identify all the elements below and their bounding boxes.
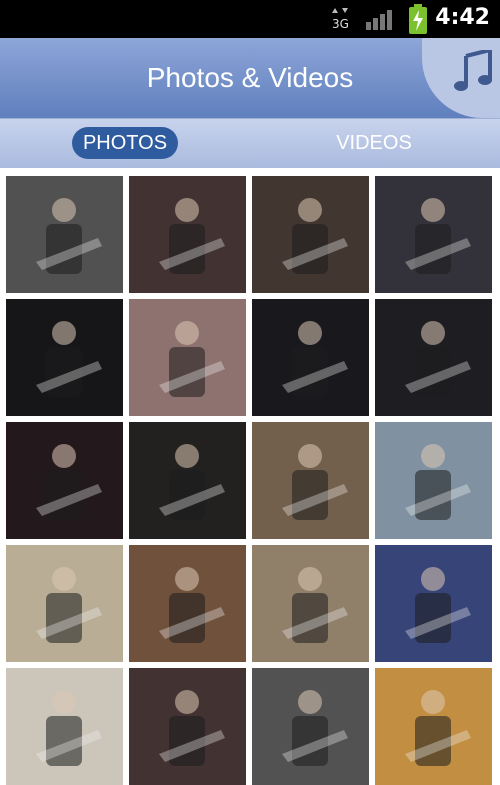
photo-image bbox=[129, 668, 246, 785]
photo-thumbnail[interactable] bbox=[375, 176, 492, 293]
photo-thumbnail[interactable] bbox=[375, 668, 492, 785]
photo-image bbox=[129, 299, 246, 416]
photo-image bbox=[252, 668, 369, 785]
photo-image bbox=[252, 545, 369, 662]
photo-thumbnail[interactable] bbox=[252, 668, 369, 785]
photo-image bbox=[129, 176, 246, 293]
photo-thumbnail[interactable] bbox=[129, 668, 246, 785]
photo-image bbox=[6, 668, 123, 785]
photo-thumbnail[interactable] bbox=[252, 422, 369, 539]
photo-thumbnail[interactable] bbox=[252, 299, 369, 416]
app-header: Photos & Videos bbox=[0, 38, 500, 118]
data-network-icon: 3G bbox=[332, 8, 348, 30]
photo-image bbox=[375, 668, 492, 785]
photo-thumbnail[interactable] bbox=[129, 545, 246, 662]
photo-image bbox=[375, 545, 492, 662]
tab-videos[interactable]: VIDEOS bbox=[328, 127, 420, 159]
photo-thumbnail[interactable] bbox=[6, 422, 123, 539]
photo-image bbox=[6, 422, 123, 539]
svg-text:3G: 3G bbox=[332, 17, 348, 30]
signal-icon bbox=[366, 10, 392, 30]
photo-thumbnail[interactable] bbox=[129, 422, 246, 539]
photo-image bbox=[375, 176, 492, 293]
photo-image bbox=[252, 176, 369, 293]
photo-thumbnail[interactable] bbox=[252, 176, 369, 293]
photo-thumbnail[interactable] bbox=[129, 299, 246, 416]
photo-image bbox=[129, 422, 246, 539]
status-time: 4:42 bbox=[435, 5, 490, 30]
photo-thumbnail[interactable] bbox=[252, 545, 369, 662]
photo-image bbox=[252, 422, 369, 539]
photo-thumbnail[interactable] bbox=[375, 545, 492, 662]
photo-image bbox=[252, 299, 369, 416]
photo-thumbnail[interactable] bbox=[6, 545, 123, 662]
photo-thumbnail[interactable] bbox=[375, 299, 492, 416]
tab-photos[interactable]: PHOTOS bbox=[72, 127, 178, 159]
photo-thumbnail[interactable] bbox=[6, 668, 123, 785]
photo-image bbox=[6, 545, 123, 662]
music-note-icon bbox=[454, 50, 492, 91]
photo-image bbox=[6, 299, 123, 416]
photo-grid bbox=[0, 168, 500, 785]
photo-image bbox=[129, 545, 246, 662]
photo-image bbox=[375, 422, 492, 539]
photo-thumbnail[interactable] bbox=[129, 176, 246, 293]
photo-image bbox=[6, 176, 123, 293]
photo-thumbnail[interactable] bbox=[6, 176, 123, 293]
photo-thumbnail[interactable] bbox=[6, 299, 123, 416]
battery-charging-icon bbox=[409, 4, 427, 34]
status-bar: 3G 4:42 bbox=[0, 0, 500, 38]
photo-image bbox=[375, 299, 492, 416]
photo-thumbnail[interactable] bbox=[375, 422, 492, 539]
tab-bar: PHOTOS VIDEOS bbox=[0, 118, 500, 169]
